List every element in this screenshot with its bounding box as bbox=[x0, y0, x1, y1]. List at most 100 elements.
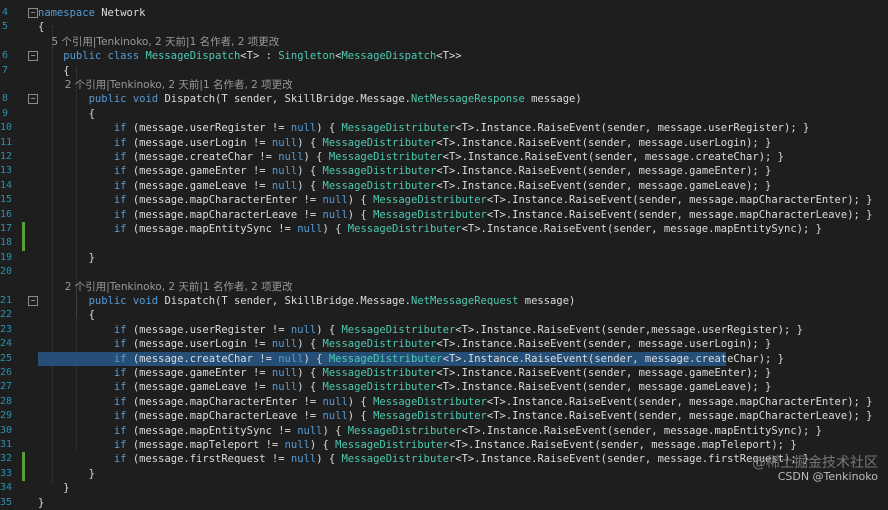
code-line[interactable]: 5{ bbox=[0, 20, 888, 34]
code-token: ) { bbox=[322, 223, 348, 235]
code-line[interactable]: 9 { bbox=[0, 107, 888, 121]
type-token: Singleton bbox=[278, 50, 336, 63]
code-text: { bbox=[38, 20, 44, 34]
code-token: (message.mapCharacterLeave != bbox=[126, 208, 323, 221]
code-line[interactable]: 21 − public void Dispatch(T sender, Skill… bbox=[0, 294, 888, 308]
keyword-token: if bbox=[38, 208, 127, 221]
code-line[interactable]: 12 if (message.createChar != null) { Mes… bbox=[0, 150, 888, 164]
code-line[interactable]: 4 − namespace Network bbox=[0, 6, 888, 20]
code-line[interactable]: 10 if (message.userRegister != null) { M… bbox=[0, 121, 888, 135]
line-number: 7 bbox=[1, 64, 8, 76]
code-line[interactable]: 26 if (message.gameEnter != null) { Mess… bbox=[0, 366, 888, 380]
code-line[interactable]: 23 if (message.userRegister != null) { M… bbox=[0, 323, 888, 337]
code-token: <T>.Instance.RaiseEvent(sender, message.… bbox=[486, 410, 873, 423]
collapse-icon[interactable]: − bbox=[28, 296, 38, 306]
code-text: if (message.gameLeave != null) { Message… bbox=[38, 380, 772, 394]
code-token: <T>.Instance.RaiseEvent(sender, message.… bbox=[448, 439, 797, 451]
keyword-token: null bbox=[271, 136, 298, 149]
code-line[interactable]: 35} bbox=[0, 496, 888, 510]
line-number: 20 bbox=[0, 266, 13, 278]
line-number: 9 bbox=[1, 107, 8, 119]
code-text: if (message.mapCharacterLeave != null) {… bbox=[38, 208, 873, 222]
code-line[interactable]: 28 if (message.mapCharacterEnter != null… bbox=[0, 395, 888, 409]
code-line[interactable]: 22 { bbox=[0, 308, 888, 322]
code-text: if (message.userLogin != null) { Message… bbox=[38, 136, 772, 150]
code-line[interactable]: 25 if (message.createChar != null) { Mes… bbox=[0, 351, 888, 366]
codelens-text[interactable]: 2 个引用|Tenkinoko, 2 天前|1 名作者, 2 项更改 bbox=[38, 79, 293, 91]
code-text: if (message.userRegister != null) { Mess… bbox=[38, 323, 803, 337]
code-text: if (message.createChar != null) { Messag… bbox=[38, 352, 784, 366]
code-line[interactable]: 34 } bbox=[0, 481, 888, 495]
line-number: 32 bbox=[0, 453, 13, 465]
code-token: (message.createChar != bbox=[126, 151, 279, 163]
code-line[interactable]: 20 bbox=[0, 265, 888, 279]
line-number: 22 bbox=[0, 309, 13, 321]
code-token: } bbox=[38, 467, 95, 480]
code-line[interactable]: 18 bbox=[0, 236, 888, 251]
code-line[interactable]: 31 if (message.mapTeleport != null) { Me… bbox=[0, 438, 888, 452]
code-token: <T>> bbox=[436, 50, 462, 63]
code-line[interactable]: 17 if (message.mapEntitySync != null) { … bbox=[0, 222, 888, 237]
type-token: MessageDistributer bbox=[373, 194, 487, 207]
code-line[interactable]: 7 { bbox=[0, 64, 888, 78]
keyword-token: if bbox=[38, 367, 127, 379]
code-token: <T>.Instance.RaiseEvent(sender, message.… bbox=[442, 352, 784, 365]
line-number: 18 bbox=[0, 237, 13, 249]
type-token: MessageDistributer bbox=[373, 395, 487, 408]
code-text: if (message.userLogin != null) { Message… bbox=[38, 337, 772, 351]
code-line[interactable]: 13 if (message.gameEnter != null) { Mess… bbox=[0, 164, 888, 178]
code-token: (message.userLogin != bbox=[126, 338, 272, 351]
collapse-icon[interactable]: − bbox=[28, 51, 38, 62]
change-indicator bbox=[22, 452, 25, 467]
line-number: 31 bbox=[0, 439, 13, 450]
type-token: MessageDistributer bbox=[322, 381, 437, 394]
code-token: <T>.Instance.RaiseEvent(sender, message.… bbox=[436, 179, 772, 192]
type-token: MessageDispatch bbox=[145, 50, 241, 63]
codelens-text[interactable]: 2 个引用|Tenkinoko, 2 天前|1 名作者, 2 项更改 bbox=[38, 281, 293, 293]
code-text: 5 个引用|Tenkinoko, 2 天前|1 名作者, 2 项更改 bbox=[38, 35, 279, 49]
change-indicator bbox=[22, 236, 25, 251]
keyword-token: if bbox=[38, 179, 127, 192]
code-line[interactable]: 11 if (message.userLogin != null) { Mess… bbox=[0, 136, 888, 150]
code-token: (message.mapEntitySync != bbox=[126, 424, 298, 437]
code-line[interactable]: 16 if (message.mapCharacterLeave != null… bbox=[0, 208, 888, 222]
code-line[interactable]: 30 if (message.mapEntitySync != null) { … bbox=[0, 424, 888, 438]
codelens-line[interactable]: 2 个引用|Tenkinoko, 2 天前|1 名作者, 2 项更改 bbox=[0, 280, 888, 294]
codelens-line[interactable]: 5 个引用|Tenkinoko, 2 天前|1 名作者, 2 项更改 bbox=[0, 35, 888, 49]
code-token: } bbox=[38, 251, 95, 264]
code-token: (message.gameEnter != bbox=[126, 367, 272, 379]
code-text: } bbox=[38, 467, 95, 481]
code-line[interactable]: 6− public class MessageDispatch<T> : Sin… bbox=[0, 49, 888, 63]
code-text: if (message.gameLeave != null) { Message… bbox=[38, 179, 772, 193]
code-token: <T>.Instance.RaiseEvent(sender, message.… bbox=[486, 194, 873, 207]
code-token: { bbox=[38, 309, 95, 322]
type-token: MessageDistributer bbox=[322, 179, 437, 192]
keyword-token: if bbox=[38, 151, 127, 163]
code-token: (message.mapCharacterEnter != bbox=[126, 194, 323, 207]
codelens-text[interactable]: 5 个引用|Tenkinoko, 2 天前|1 名作者, 2 项更改 bbox=[38, 36, 279, 48]
code-line[interactable]: 24 if (message.userLogin != null) { Mess… bbox=[0, 337, 888, 351]
code-line[interactable]: 29 if (message.mapCharacterLeave != null… bbox=[0, 409, 888, 423]
line-number: 17 bbox=[0, 223, 13, 234]
code-text: if (message.mapCharacterEnter != null) {… bbox=[38, 193, 873, 207]
code-token: (message.userLogin != bbox=[126, 136, 272, 149]
code-token: <T>.Instance.RaiseEvent(sender, message.… bbox=[436, 136, 772, 149]
codelens-line[interactable]: 2 个引用|Tenkinoko, 2 天前|1 名作者, 2 项更改 bbox=[0, 78, 888, 92]
line-number: 30 bbox=[0, 424, 13, 436]
code-text: if (message.userRegister != null) { Mess… bbox=[38, 121, 809, 135]
code-token: (message.mapEntitySync != bbox=[126, 223, 298, 235]
code-line[interactable]: 15 if (message.mapCharacterEnter != null… bbox=[0, 193, 888, 207]
collapse-icon[interactable]: − bbox=[28, 8, 38, 18]
code-line[interactable]: 14 if (message.gameLeave != null) { Mess… bbox=[0, 179, 888, 193]
type-token: MessageDistributer bbox=[347, 223, 462, 235]
line-number: 29 bbox=[0, 410, 13, 422]
collapse-icon[interactable]: − bbox=[28, 94, 38, 105]
code-line[interactable]: 19 } bbox=[0, 251, 888, 265]
code-token: ) { bbox=[322, 424, 348, 437]
keyword-token: null bbox=[278, 352, 304, 365]
code-line[interactable]: 8 − public void Dispatch(T sender, SkillB… bbox=[0, 92, 888, 106]
keyword-token: null bbox=[290, 122, 317, 135]
code-line[interactable]: 27 if (message.gameLeave != null) { Mess… bbox=[0, 380, 888, 394]
keyword-token: null bbox=[271, 338, 298, 351]
keyword-token: null bbox=[322, 395, 348, 408]
